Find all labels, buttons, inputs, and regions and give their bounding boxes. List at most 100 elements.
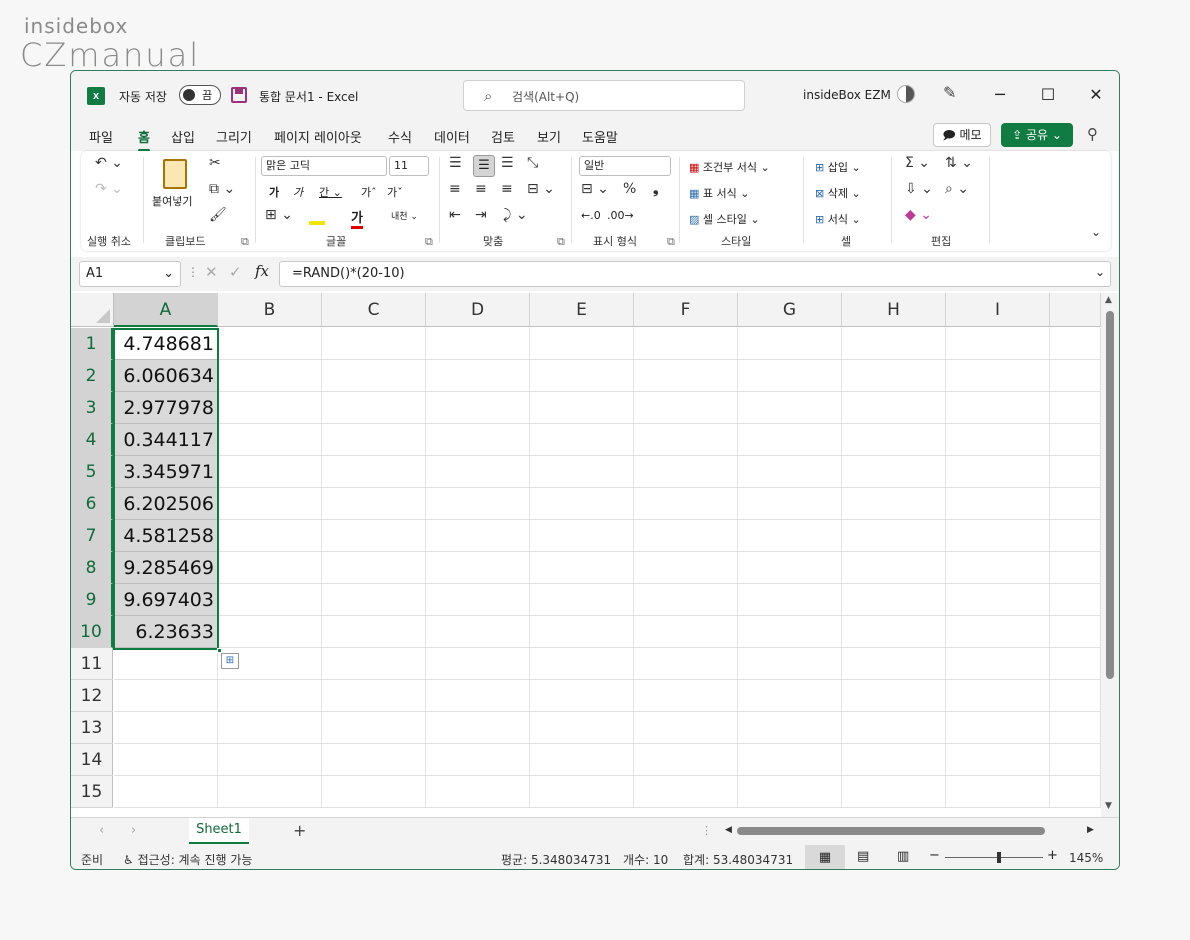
grid-cell[interactable] xyxy=(946,776,1050,808)
row-header-8[interactable]: 8 xyxy=(71,552,113,584)
grid-cell[interactable] xyxy=(322,456,426,488)
fill-icon[interactable]: ⇩ ⌄ xyxy=(905,181,933,197)
grid-cell[interactable] xyxy=(946,584,1050,616)
grid-cell[interactable] xyxy=(426,456,530,488)
align-center-icon[interactable]: ≡ xyxy=(475,181,487,197)
grid-cell[interactable] xyxy=(1050,360,1101,392)
grid-cell[interactable] xyxy=(530,712,634,744)
save-icon[interactable] xyxy=(231,87,247,103)
grid-cell[interactable] xyxy=(218,744,322,776)
grid-cell[interactable] xyxy=(946,520,1050,552)
grid-cell[interactable] xyxy=(218,328,322,360)
grid-cell[interactable] xyxy=(426,488,530,520)
grid-cell[interactable] xyxy=(738,648,842,680)
grid-cell[interactable] xyxy=(634,648,738,680)
grid-cell[interactable] xyxy=(634,776,738,808)
font-launcher-icon[interactable]: ⧉ xyxy=(425,235,433,249)
phonetic-icon[interactable]: 내천 ⌄ xyxy=(391,209,418,222)
grid-cell[interactable] xyxy=(1050,488,1101,520)
column-header-i[interactable]: I xyxy=(946,293,1050,327)
grid-cell[interactable] xyxy=(738,360,842,392)
grid-cell[interactable] xyxy=(842,744,946,776)
zoom-in-icon[interactable]: + xyxy=(1047,848,1058,863)
cell-a15[interactable] xyxy=(114,776,218,808)
grid-cell[interactable] xyxy=(634,616,738,648)
align-middle-icon[interactable]: ☰ xyxy=(473,155,495,177)
scroll-up-icon[interactable]: ▲ xyxy=(1105,295,1112,305)
scroll-right-icon[interactable]: ▶ xyxy=(1087,825,1094,835)
grid-cell[interactable] xyxy=(1050,456,1101,488)
grid-cell[interactable] xyxy=(426,616,530,648)
grid-cell[interactable] xyxy=(1050,680,1101,712)
align-right-icon[interactable]: ≡ xyxy=(501,181,513,197)
row-header-2[interactable]: 2 xyxy=(71,360,113,392)
increase-decimal-icon[interactable]: ←.0 xyxy=(581,209,601,222)
grid-cell[interactable] xyxy=(738,520,842,552)
cell-a14[interactable] xyxy=(114,744,218,776)
increase-font-icon[interactable]: 가ˆ xyxy=(361,184,377,200)
grid-cell[interactable] xyxy=(738,392,842,424)
column-header-g[interactable]: G xyxy=(738,293,842,327)
grid-cell[interactable] xyxy=(218,488,322,520)
ribbon-collapse-icon[interactable]: ⌄ xyxy=(1091,225,1101,239)
grid-cell[interactable] xyxy=(738,424,842,456)
table-format-button[interactable]: ▦ 표 서식 ⌄ xyxy=(689,185,749,201)
row-header-4[interactable]: 4 xyxy=(71,424,113,456)
grid-cell[interactable] xyxy=(322,392,426,424)
grid-cell[interactable] xyxy=(946,648,1050,680)
grid-cell[interactable] xyxy=(946,680,1050,712)
font-size-select[interactable]: 11 xyxy=(389,156,429,176)
prev-sheet-icon[interactable]: ‹ xyxy=(99,823,104,838)
normal-view-icon[interactable]: ▦ xyxy=(805,845,845,869)
row-header-15[interactable]: 15 xyxy=(71,776,113,808)
number-format-select[interactable]: 일반 xyxy=(579,156,671,176)
page-layout-view-icon[interactable]: ▤ xyxy=(857,849,869,864)
grid-cell[interactable] xyxy=(1050,616,1101,648)
grid-cell[interactable] xyxy=(842,616,946,648)
cell-a8[interactable]: 9.285469 xyxy=(114,552,218,584)
tab-page-layout[interactable]: 페이지 레이아웃 xyxy=(274,127,362,146)
grid-cell[interactable] xyxy=(842,424,946,456)
grid-cell[interactable] xyxy=(218,616,322,648)
percent-icon[interactable]: % xyxy=(623,181,636,197)
cell-a11[interactable] xyxy=(114,648,218,680)
row-header-9[interactable]: 9 xyxy=(71,584,113,616)
align-bottom-icon[interactable]: ☰ xyxy=(501,155,514,171)
grid-cell[interactable] xyxy=(322,744,426,776)
grid-cell[interactable] xyxy=(322,680,426,712)
cell-a12[interactable] xyxy=(114,680,218,712)
redo-icon[interactable]: ↷ ⌄ xyxy=(95,181,123,197)
grid-cell[interactable] xyxy=(842,552,946,584)
scroll-down-icon[interactable]: ▼ xyxy=(1105,801,1112,811)
grid-cell[interactable] xyxy=(530,520,634,552)
row-header-6[interactable]: 6 xyxy=(71,488,113,520)
grid-cell[interactable] xyxy=(946,616,1050,648)
grid-cell[interactable] xyxy=(426,712,530,744)
cell-a6[interactable]: 6.202506 xyxy=(114,488,218,520)
grid-cell[interactable] xyxy=(946,328,1050,360)
close-icon[interactable]: ✕ xyxy=(1081,83,1111,107)
grid-cell[interactable] xyxy=(322,616,426,648)
cell-a5[interactable]: 3.345971 xyxy=(114,456,218,488)
status-sum[interactable]: 합계: 53.48034731 xyxy=(683,851,793,868)
cell-a7[interactable]: 4.581258 xyxy=(114,520,218,552)
splitter-icon[interactable]: ⋮ xyxy=(701,824,712,837)
grid-cell[interactable] xyxy=(842,712,946,744)
alignment-launcher-icon[interactable]: ⧉ xyxy=(557,235,565,249)
font-color-icon[interactable]: 가 xyxy=(351,207,363,229)
vertical-scroll-thumb[interactable] xyxy=(1106,311,1114,679)
cut-icon[interactable]: ✂ xyxy=(209,155,221,171)
coauthor-icon[interactable]: ⚲ xyxy=(1087,125,1098,143)
grid-cell[interactable] xyxy=(530,328,634,360)
column-header-d[interactable]: D xyxy=(426,293,530,327)
grid-cell[interactable] xyxy=(634,456,738,488)
grid-cell[interactable] xyxy=(946,488,1050,520)
zoom-slider[interactable] xyxy=(945,857,1043,858)
grid-cell[interactable] xyxy=(738,616,842,648)
zoom-out-icon[interactable]: − xyxy=(929,848,940,863)
cancel-icon[interactable]: ✕ xyxy=(205,263,218,281)
grid-cell[interactable] xyxy=(426,680,530,712)
fill-color-icon[interactable] xyxy=(309,209,325,225)
grid-cell[interactable] xyxy=(530,360,634,392)
increase-indent-icon[interactable]: ⇥ xyxy=(475,207,487,223)
